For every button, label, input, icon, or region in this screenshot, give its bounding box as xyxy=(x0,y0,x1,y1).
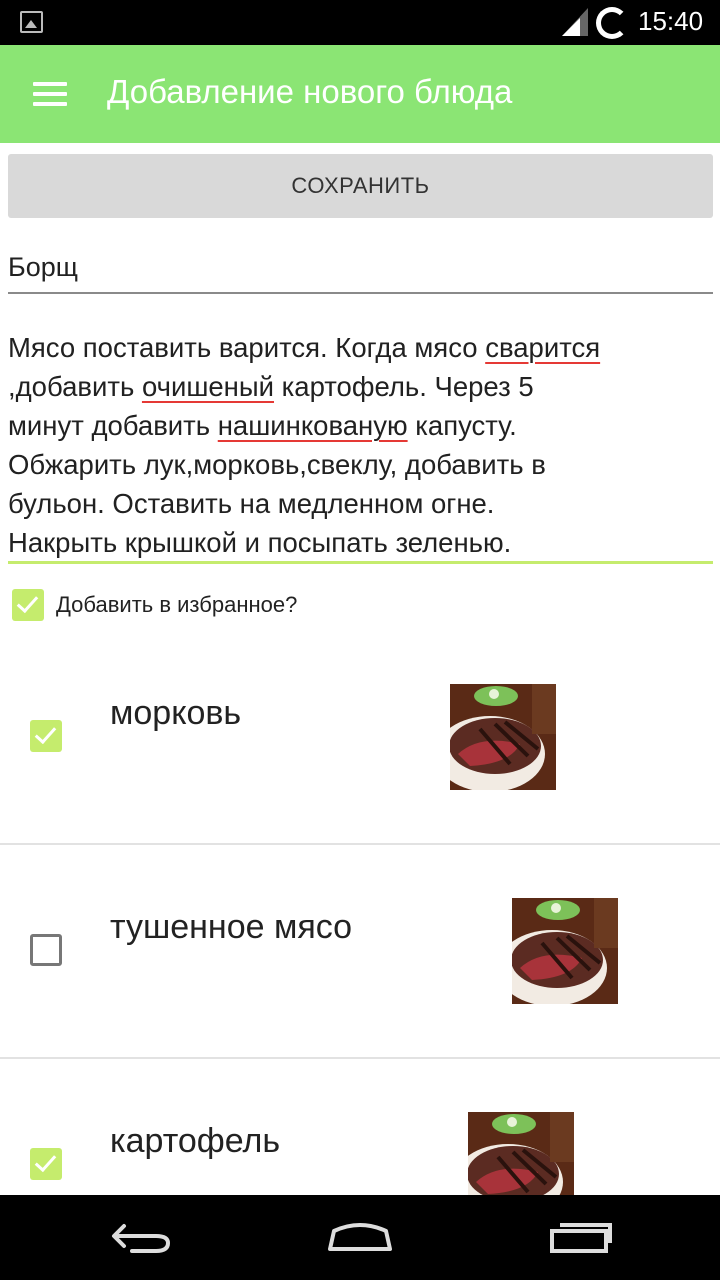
recipe-input[interactable]: Мясо поставить варится. Когда мясо свари… xyxy=(8,328,720,562)
recipe-line: бульон. Оставить на медленном огне. xyxy=(8,488,495,519)
back-icon[interactable] xyxy=(110,1221,174,1255)
home-icon[interactable] xyxy=(326,1221,394,1253)
recipe-line: ,добавить очишеный картофель. Через 5 xyxy=(8,371,534,402)
page-title: Добавление нового блюда xyxy=(107,73,513,110)
navigation-bar xyxy=(0,1195,720,1280)
misspelled-word: сварится xyxy=(485,332,601,363)
recipe-focus-underline xyxy=(8,561,713,564)
ingredient-name: картофель xyxy=(110,1122,281,1160)
ingredient-checkbox[interactable] xyxy=(30,934,62,966)
list-item[interactable]: морковь xyxy=(0,631,720,845)
favorite-row[interactable]: Добавить в избранное? xyxy=(12,589,297,621)
recipe-line: Мясо поставить варится. Когда мясо свари… xyxy=(8,332,601,363)
ingredient-checkbox[interactable] xyxy=(30,720,62,752)
signal-icon xyxy=(562,8,588,36)
dish-photo-image xyxy=(450,684,556,790)
recipe-line: Обжарить лук,морковь,свеклу, добавить в xyxy=(8,449,546,480)
dish-photo-image xyxy=(512,898,618,1004)
ingredient-checkbox[interactable] xyxy=(30,1148,62,1180)
status-time: 15:40 xyxy=(638,6,704,36)
ingredient-name: морковь xyxy=(110,694,242,732)
recents-icon[interactable] xyxy=(548,1219,614,1253)
sync-icon xyxy=(596,7,628,39)
ingredient-name: тушенное мясо xyxy=(110,908,353,946)
recipe-line: минут добавить нашинкованую капусту. xyxy=(8,410,517,441)
favorite-checkbox[interactable] xyxy=(12,589,44,621)
dish-name-input[interactable]: Борщ xyxy=(8,246,713,294)
misspelled-word: нашинкованую xyxy=(217,410,408,441)
misspelled-word: очишеный xyxy=(141,371,274,402)
app-bar: Добавление нового блюда xyxy=(0,45,720,143)
favorite-label: Добавить в избранное? xyxy=(56,592,298,617)
list-item[interactable]: тушенное мясо xyxy=(0,845,720,1059)
hamburger-icon[interactable] xyxy=(33,82,67,106)
save-button[interactable]: СОХРАНИТЬ xyxy=(8,154,713,218)
status-bar: 15:40 xyxy=(0,0,720,45)
image-notification-icon xyxy=(20,11,43,33)
recipe-line: Накрыть крышкой и посыпать зеленью. xyxy=(8,527,512,558)
